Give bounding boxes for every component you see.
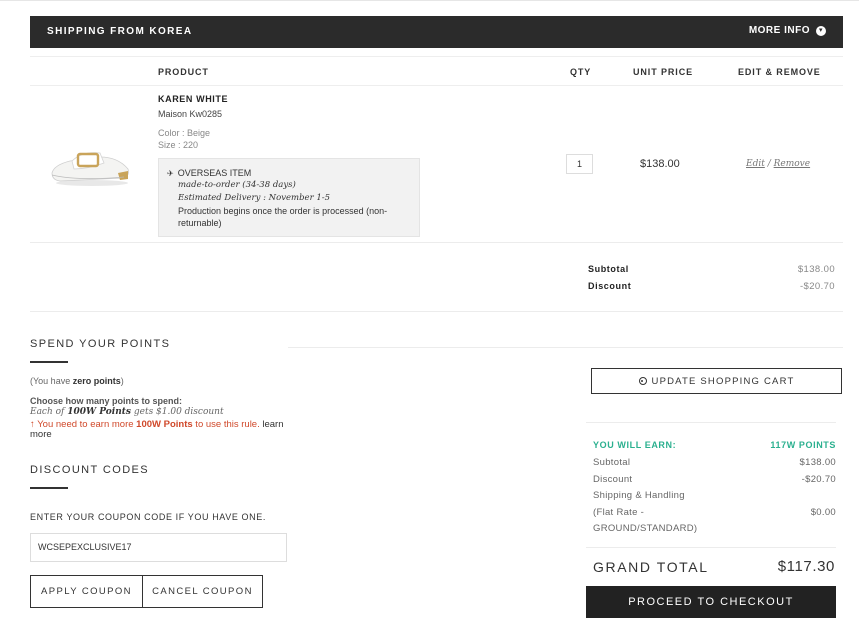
- shipping-label-line1: Shipping & Handling: [593, 490, 685, 501]
- points-rate-text: Each of 100W Points gets $1.00 discount: [30, 407, 224, 417]
- shipping-header-bar: SHIPPING FROM KOREA MORE INFO ▾: [30, 16, 843, 48]
- product-size: Size : 220: [158, 140, 199, 150]
- summary-subtotal-value: $138.00: [799, 457, 836, 468]
- discount-codes-title: DISCOUNT CODES: [30, 464, 150, 476]
- refresh-circle-icon: [638, 377, 647, 385]
- estimated-delivery-text: Estimated Delivery : November 1-5: [178, 193, 331, 203]
- spend-points-rule: [30, 361, 68, 363]
- edit-remove-links: Edit / Remove: [746, 159, 810, 169]
- points-balance: (You have zero points): [30, 376, 124, 386]
- column-product: PRODUCT: [158, 67, 209, 77]
- update-cart-button[interactable]: UPDATE SHOPPING CART: [591, 368, 842, 394]
- remove-link[interactable]: Remove: [774, 159, 810, 169]
- more-info-label: MORE INFO: [748, 25, 810, 36]
- shipping-label-line3: GROUND/STANDARD): [593, 523, 698, 534]
- section-divider: [288, 347, 843, 348]
- quantity-input[interactable]: 1: [566, 154, 593, 174]
- chevron-down-circle-icon: ▾: [816, 25, 826, 36]
- summary-discount-label: Discount: [593, 474, 633, 485]
- made-to-order-text: made-to-order (34-38 days): [178, 180, 296, 190]
- more-info-link[interactable]: MORE INFO ▾: [749, 25, 826, 36]
- product-name[interactable]: KAREN WHITE: [158, 94, 228, 104]
- spend-points-title: SPEND YOUR POINTS: [30, 338, 171, 350]
- summary-subtotal-label: Subtotal: [593, 457, 631, 468]
- choose-points-label: Choose how many points to spend:: [30, 396, 183, 406]
- overseas-item-title: ✈ OVERSEAS ITEM: [167, 168, 251, 178]
- grand-total-value: $117.30: [777, 558, 835, 575]
- edit-link[interactable]: Edit: [746, 159, 765, 169]
- column-unit-price: UNIT PRICE: [633, 67, 694, 77]
- summary-divider-top: [586, 422, 836, 423]
- points-warning: ↑ You need to earn more 100W Points to u…: [30, 419, 284, 440]
- earn-label: YOU WILL EARN:: [593, 440, 677, 450]
- grand-total-label: GRAND TOTAL: [593, 559, 709, 575]
- row-divider: [30, 242, 843, 243]
- shipping-label-line2: (Flat Rate -: [593, 507, 645, 518]
- cart-discount-value: -$20.70: [799, 281, 835, 292]
- cancel-coupon-button[interactable]: CANCEL COUPON: [142, 575, 263, 608]
- production-note-text: Production begins once the order is proc…: [178, 206, 388, 228]
- shipping-title: SHIPPING FROM KOREA: [47, 26, 193, 37]
- column-edit-remove: EDIT & REMOVE: [738, 67, 821, 77]
- cart-subtotal-value: $138.00: [797, 264, 835, 275]
- top-divider: [0, 0, 859, 1]
- cart-table-header: PRODUCT QTY UNIT PRICE EDIT & REMOVE: [30, 56, 843, 86]
- overseas-item-label: OVERSEAS ITEM: [177, 168, 252, 178]
- shipping-value: $0.00: [810, 507, 836, 518]
- plane-icon: ✈: [167, 168, 174, 178]
- cart-subtotal-label: Subtotal: [588, 264, 629, 274]
- apply-coupon-button[interactable]: APPLY COUPON: [30, 575, 143, 608]
- discount-codes-rule: [30, 487, 68, 489]
- coupon-code-input[interactable]: WCSEPEXCLUSIVE17: [30, 533, 287, 562]
- unit-price: $138.00: [640, 158, 680, 170]
- totals-divider: [30, 311, 843, 312]
- coupon-prompt: ENTER YOUR COUPON CODE IF YOU HAVE ONE.: [30, 512, 266, 522]
- earn-value: 117W POINTS: [770, 440, 836, 450]
- product-image[interactable]: [48, 143, 134, 189]
- proceed-to-checkout-button[interactable]: PROCEED TO CHECKOUT: [586, 586, 836, 618]
- update-cart-label: UPDATE SHOPPING CART: [651, 375, 795, 387]
- product-color: Color : Beige: [158, 128, 211, 138]
- column-qty: QTY: [570, 67, 592, 77]
- product-sku: Maison Kw0285: [158, 109, 223, 119]
- edit-remove-separator: /: [767, 159, 771, 169]
- overseas-item-box: ✈ OVERSEAS ITEM made-to-order (34-38 day…: [158, 158, 420, 237]
- summary-discount-value: -$20.70: [801, 474, 836, 485]
- summary-divider-bottom: [586, 547, 836, 548]
- cart-discount-label: Discount: [588, 281, 632, 291]
